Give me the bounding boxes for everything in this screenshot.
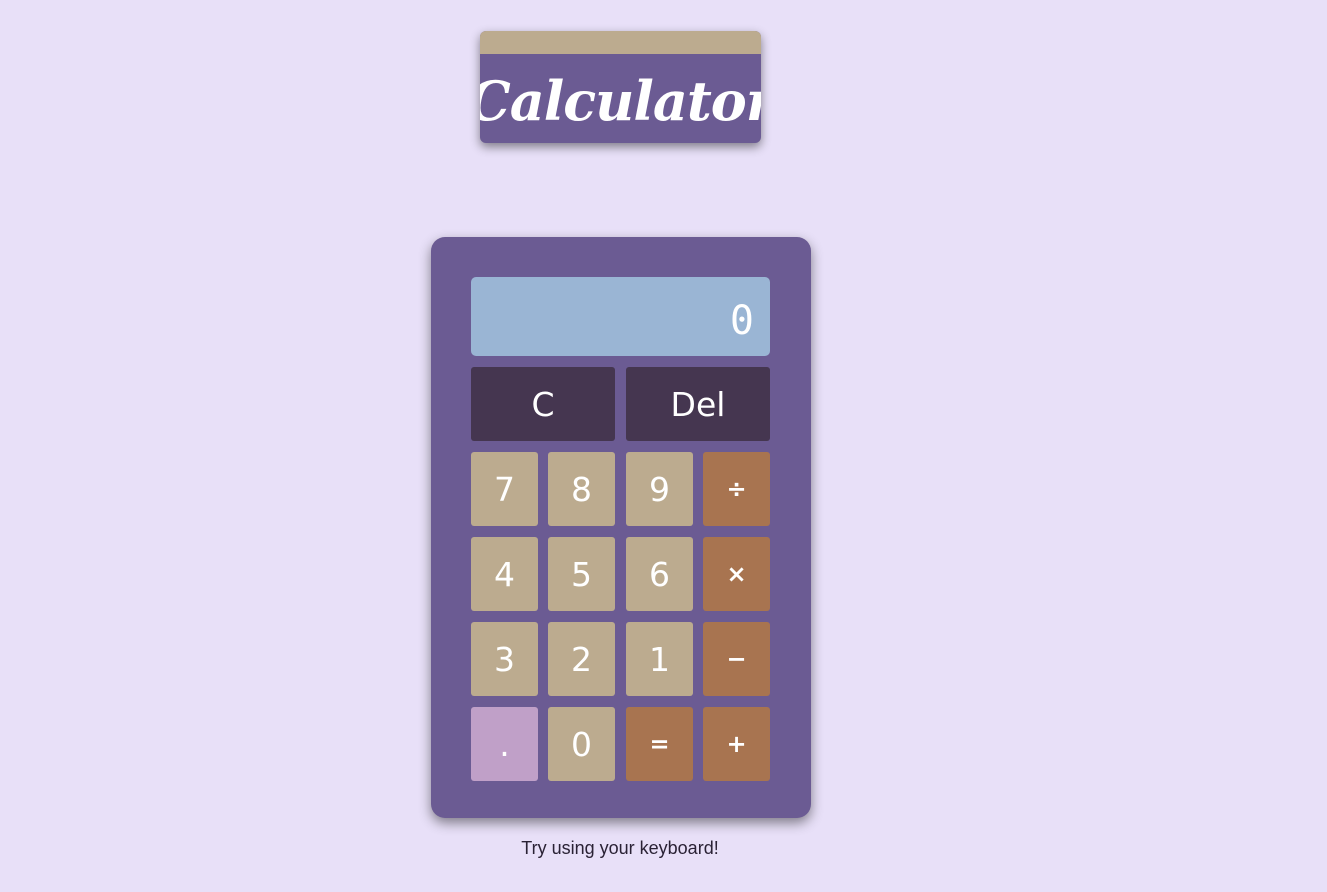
clear-button[interactable]: C — [471, 367, 615, 441]
page-title: Calculator — [480, 68, 761, 133]
keyboard-hint: Try using your keyboard! — [0, 838, 1240, 859]
digit-9-button[interactable]: 9 — [626, 452, 693, 526]
add-button[interactable]: + — [703, 707, 770, 781]
decimal-button[interactable]: . — [471, 707, 538, 781]
digit-1-button[interactable]: 1 — [626, 622, 693, 696]
subtract-button[interactable]: − — [703, 622, 770, 696]
calculator: 0 C Del 7 8 9 ÷ 4 5 6 × 3 2 1 − . 0 = + — [431, 237, 811, 818]
digit-6-button[interactable]: 6 — [626, 537, 693, 611]
digit-8-button[interactable]: 8 — [548, 452, 615, 526]
delete-button[interactable]: Del — [626, 367, 770, 441]
digit-0-button[interactable]: 0 — [548, 707, 615, 781]
digit-5-button[interactable]: 5 — [548, 537, 615, 611]
title-card: Calculator — [480, 31, 761, 143]
display-value: 0 — [729, 297, 754, 344]
keyboard-hint-text: Try using your keyboard! — [521, 838, 719, 858]
title-strip — [480, 31, 761, 54]
page: { "title": "Calculator", "display": { "v… — [0, 0, 1327, 892]
digit-3-button[interactable]: 3 — [471, 622, 538, 696]
calculator-display: 0 — [471, 277, 770, 356]
divide-button[interactable]: ÷ — [703, 452, 770, 526]
digit-4-button[interactable]: 4 — [471, 537, 538, 611]
digit-2-button[interactable]: 2 — [548, 622, 615, 696]
digit-7-button[interactable]: 7 — [471, 452, 538, 526]
multiply-button[interactable]: × — [703, 537, 770, 611]
equals-button[interactable]: = — [626, 707, 693, 781]
